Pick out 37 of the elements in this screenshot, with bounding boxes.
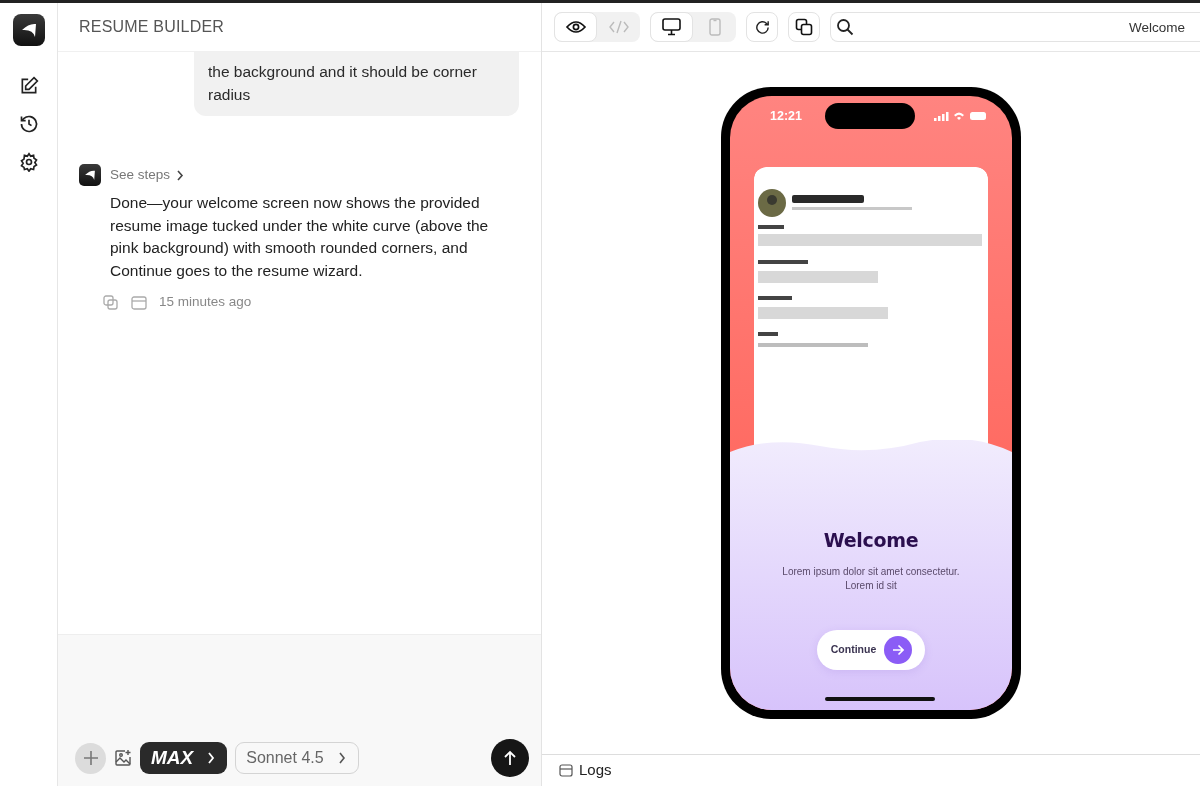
image-add-icon[interactable]: [114, 749, 132, 767]
refresh-icon: [753, 18, 771, 36]
history-icon[interactable]: [18, 114, 39, 134]
timestamp: 15 minutes ago: [159, 293, 252, 312]
app-logo[interactable]: [12, 14, 45, 46]
phone-icon: [708, 18, 721, 36]
copy-button[interactable]: [788, 12, 820, 42]
desktop-tab[interactable]: [650, 12, 693, 42]
status-time: 12:21: [770, 107, 802, 125]
welcome-title: Welcome: [823, 528, 919, 553]
send-button[interactable]: [491, 739, 529, 777]
refresh-button[interactable]: [746, 12, 778, 42]
plus-icon: [82, 750, 99, 766]
welcome-subtitle: Lorem ipsum dolor sit amet consectetur. Lorem id sit: [781, 564, 961, 593]
chevron-icon: [207, 752, 216, 764]
logs-bar[interactable]: Logs: [542, 754, 1200, 786]
copy-icon: [795, 18, 813, 36]
arrow-up-icon: [502, 750, 518, 766]
assistant-message: Done—your welcome screen now shows the provided resume image tucked under the white curve (above the pink background) with smooth rounded corners, and Continue goes to the resume wizard.: [110, 193, 490, 281]
arrow-right-icon: [884, 635, 913, 664]
code-icon: [608, 20, 629, 34]
monitor-icon: [662, 18, 681, 36]
see-steps-button[interactable]: See steps: [110, 164, 185, 186]
project-title: RESUME BUILDER: [79, 17, 225, 37]
add-button[interactable]: [75, 742, 106, 774]
chevron-icon: [176, 169, 185, 181]
eye-icon: [565, 20, 586, 34]
model-selector[interactable]: Sonnet 4.5: [235, 742, 359, 774]
preview-tab[interactable]: [554, 12, 597, 42]
search-icon: [836, 18, 854, 36]
mode-button[interactable]: MAX: [140, 742, 228, 774]
settings-icon[interactable]: [18, 152, 39, 172]
user-message: the background and it should be corner radius: [194, 52, 519, 116]
chevron-icon: [337, 752, 346, 764]
assistant-logo: [79, 164, 101, 186]
address-field[interactable]: Welcome: [830, 12, 1200, 42]
panel-icon: [559, 764, 573, 777]
